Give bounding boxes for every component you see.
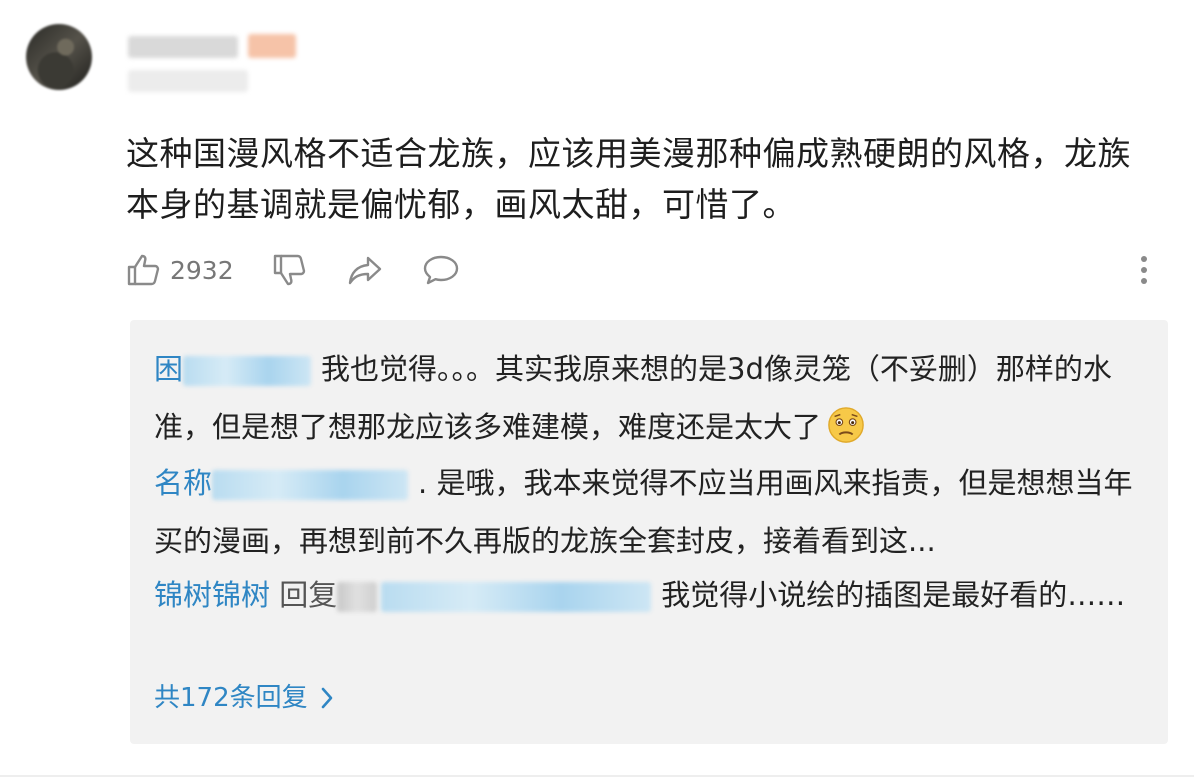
thumbs-up-icon xyxy=(127,254,160,286)
user-badge-blurred xyxy=(248,34,296,58)
divider xyxy=(0,775,1194,777)
reply-author-blurred xyxy=(212,470,409,500)
username-blurred[interactable] xyxy=(128,36,238,58)
view-all-label: 共172条回复 xyxy=(154,683,308,713)
reply-item[interactable]: 困我也觉得。。。其实我原来想的是3d像灵笼（不妥删）那样的水准，但是想了想那龙应… xyxy=(154,340,1144,456)
reply-author[interactable]: 名称 xyxy=(154,466,212,500)
avatar[interactable] xyxy=(26,24,92,90)
share-icon xyxy=(348,256,382,285)
comment-text: 这种国漫风格不适合龙族，应该用美漫那种偏成熟硬朗的风格，龙族本身的基调就是偏忧郁… xyxy=(126,134,1131,224)
comment-meta-blurred xyxy=(128,70,248,92)
reply-button[interactable] xyxy=(422,246,460,294)
share-button[interactable] xyxy=(346,246,384,294)
chevron-right-icon xyxy=(321,687,332,709)
like-button[interactable]: 2932 xyxy=(126,246,234,294)
like-count: 2932 xyxy=(170,255,234,285)
reply-target-blurred xyxy=(381,582,652,612)
reply-author[interactable]: 锦树锦树 xyxy=(154,578,270,612)
dislike-button[interactable] xyxy=(272,246,308,294)
reply-label: 回复 xyxy=(279,578,338,612)
reply-author[interactable]: 困 xyxy=(154,352,183,386)
reply-text: 我觉得小说绘的插图是最好看的…… xyxy=(661,578,1126,612)
view-all-replies-link[interactable]: 共172条回复 xyxy=(154,678,334,718)
reply-item[interactable]: 锦树锦树 回复 我觉得小说绘的插图是最好看的…… xyxy=(154,566,1144,624)
comment-icon xyxy=(423,255,459,285)
worried-face-emoji-icon xyxy=(828,407,864,443)
reply-target-blurred xyxy=(337,582,378,612)
reply-author-blurred xyxy=(183,356,312,386)
reply-item[interactable]: 名称. 是哦，我本来觉得不应当用画风来指责，但是想想当年买的漫画，再想到前不久再… xyxy=(154,454,1144,570)
more-icon[interactable] xyxy=(1132,250,1156,290)
reply-list: 困我也觉得。。。其实我原来想的是3d像灵笼（不妥删）那样的水准，但是想了想那龙应… xyxy=(130,320,1168,744)
thumbs-down-icon xyxy=(273,254,306,286)
